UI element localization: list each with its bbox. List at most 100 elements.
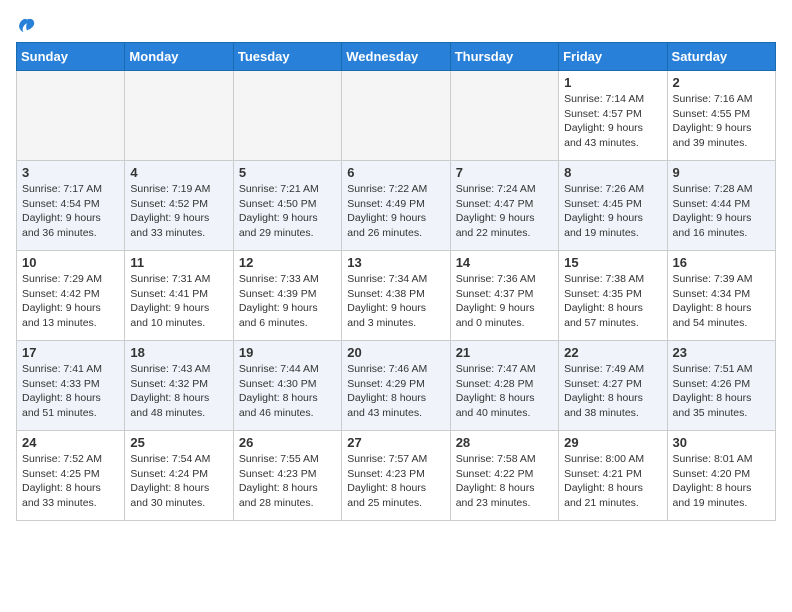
calendar-day-cell: 28 Sunrise: 7:58 AM Sunset: 4:22 PM Dayli… [450, 431, 558, 521]
day-number: 27 [347, 435, 444, 450]
calendar-day-cell: 8 Sunrise: 7:26 AM Sunset: 4:45 PM Daylig… [559, 161, 667, 251]
calendar-day-cell: 5 Sunrise: 7:21 AM Sunset: 4:50 PM Daylig… [233, 161, 341, 251]
day-number: 9 [673, 165, 770, 180]
calendar-day-cell: 18 Sunrise: 7:43 AM Sunset: 4:32 PM Dayli… [125, 341, 233, 431]
day-info: Sunrise: 7:52 AM Sunset: 4:25 PM Dayligh… [22, 452, 119, 511]
day-info: Sunrise: 7:19 AM Sunset: 4:52 PM Dayligh… [130, 182, 227, 241]
day-number: 15 [564, 255, 661, 270]
logo-bird-icon [18, 16, 36, 34]
day-info: Sunrise: 7:38 AM Sunset: 4:35 PM Dayligh… [564, 272, 661, 331]
day-number: 5 [239, 165, 336, 180]
logo [16, 16, 36, 34]
calendar-day-cell: 6Sunrise: 7:22 AM Sunset: 4:49 PM Daylig… [342, 161, 450, 251]
calendar-day-cell: 21 Sunrise: 7:47 AM Sunset: 4:28 PM Dayli… [450, 341, 558, 431]
calendar-day-cell: 3 Sunrise: 7:17 AM Sunset: 4:54 PM Daylig… [17, 161, 125, 251]
calendar-week-row: 24 Sunrise: 7:52 AM Sunset: 4:25 PM Dayli… [17, 431, 776, 521]
calendar-day-cell: 24 Sunrise: 7:52 AM Sunset: 4:25 PM Dayli… [17, 431, 125, 521]
col-header-friday: Friday [559, 43, 667, 71]
calendar-day-cell [450, 71, 558, 161]
day-number: 19 [239, 345, 336, 360]
day-info: Sunrise: 7:36 AM Sunset: 4:37 PM Dayligh… [456, 272, 553, 331]
day-number: 14 [456, 255, 553, 270]
calendar-day-cell [342, 71, 450, 161]
day-info: Sunrise: 8:01 AM Sunset: 4:20 PM Dayligh… [673, 452, 770, 511]
day-number: 26 [239, 435, 336, 450]
day-number: 22 [564, 345, 661, 360]
calendar-day-cell: 4 Sunrise: 7:19 AM Sunset: 4:52 PM Daylig… [125, 161, 233, 251]
day-info: Sunrise: 7:31 AM Sunset: 4:41 PM Dayligh… [130, 272, 227, 331]
day-number: 30 [673, 435, 770, 450]
calendar-day-cell: 2 Sunrise: 7:16 AM Sunset: 4:55 PM Daylig… [667, 71, 775, 161]
col-header-sunday: Sunday [17, 43, 125, 71]
calendar-day-cell [233, 71, 341, 161]
day-info: Sunrise: 7:51 AM Sunset: 4:26 PM Dayligh… [673, 362, 770, 421]
day-number: 2 [673, 75, 770, 90]
col-header-thursday: Thursday [450, 43, 558, 71]
page-container: SundayMondayTuesdayWednesdayThursdayFrid… [0, 0, 792, 531]
day-info: Sunrise: 7:28 AM Sunset: 4:44 PM Dayligh… [673, 182, 770, 241]
day-info: Sunrise: 7:21 AM Sunset: 4:50 PM Dayligh… [239, 182, 336, 241]
calendar-day-cell: 12Sunrise: 7:33 AM Sunset: 4:39 PM Dayli… [233, 251, 341, 341]
day-number: 8 [564, 165, 661, 180]
day-number: 1 [564, 75, 661, 90]
calendar-day-cell: 14 Sunrise: 7:36 AM Sunset: 4:37 PM Dayli… [450, 251, 558, 341]
day-number: 3 [22, 165, 119, 180]
day-number: 25 [130, 435, 227, 450]
calendar-day-cell: 16Sunrise: 7:39 AM Sunset: 4:34 PM Dayli… [667, 251, 775, 341]
calendar-day-cell: 9 Sunrise: 7:28 AM Sunset: 4:44 PM Daylig… [667, 161, 775, 251]
day-number: 18 [130, 345, 227, 360]
day-info: Sunrise: 7:57 AM Sunset: 4:23 PM Dayligh… [347, 452, 444, 511]
calendar-day-cell: 15 Sunrise: 7:38 AM Sunset: 4:35 PM Dayli… [559, 251, 667, 341]
calendar-header-row: SundayMondayTuesdayWednesdayThursdayFrid… [17, 43, 776, 71]
day-number: 24 [22, 435, 119, 450]
calendar-day-cell: 20 Sunrise: 7:46 AM Sunset: 4:29 PM Dayli… [342, 341, 450, 431]
col-header-saturday: Saturday [667, 43, 775, 71]
calendar-day-cell: 25 Sunrise: 7:54 AM Sunset: 4:24 PM Dayli… [125, 431, 233, 521]
calendar-day-cell: 11 Sunrise: 7:31 AM Sunset: 4:41 PM Dayli… [125, 251, 233, 341]
day-info: Sunrise: 7:58 AM Sunset: 4:22 PM Dayligh… [456, 452, 553, 511]
day-number: 28 [456, 435, 553, 450]
day-info: Sunrise: 7:34 AM Sunset: 4:38 PM Dayligh… [347, 272, 444, 331]
day-number: 10 [22, 255, 119, 270]
day-info: Sunrise: 7:33 AM Sunset: 4:39 PM Dayligh… [239, 272, 336, 331]
col-header-monday: Monday [125, 43, 233, 71]
day-info: Sunrise: 7:14 AM Sunset: 4:57 PM Dayligh… [564, 92, 661, 151]
calendar-day-cell: 17Sunrise: 7:41 AM Sunset: 4:33 PM Dayli… [17, 341, 125, 431]
day-info: Sunrise: 7:39 AM Sunset: 4:34 PM Dayligh… [673, 272, 770, 331]
calendar-week-row: 17Sunrise: 7:41 AM Sunset: 4:33 PM Dayli… [17, 341, 776, 431]
calendar-day-cell: 22 Sunrise: 7:49 AM Sunset: 4:27 PM Dayli… [559, 341, 667, 431]
day-number: 23 [673, 345, 770, 360]
day-info: Sunrise: 7:46 AM Sunset: 4:29 PM Dayligh… [347, 362, 444, 421]
day-number: 6 [347, 165, 444, 180]
day-info: Sunrise: 7:17 AM Sunset: 4:54 PM Dayligh… [22, 182, 119, 241]
calendar-week-row: 10 Sunrise: 7:29 AM Sunset: 4:42 PM Dayli… [17, 251, 776, 341]
day-info: Sunrise: 7:26 AM Sunset: 4:45 PM Dayligh… [564, 182, 661, 241]
day-number: 11 [130, 255, 227, 270]
day-number: 4 [130, 165, 227, 180]
day-number: 7 [456, 165, 553, 180]
calendar-day-cell: 27 Sunrise: 7:57 AM Sunset: 4:23 PM Dayli… [342, 431, 450, 521]
day-info: Sunrise: 7:29 AM Sunset: 4:42 PM Dayligh… [22, 272, 119, 331]
calendar-table: SundayMondayTuesdayWednesdayThursdayFrid… [16, 42, 776, 521]
day-number: 13 [347, 255, 444, 270]
calendar-day-cell: 19 Sunrise: 7:44 AM Sunset: 4:30 PM Dayli… [233, 341, 341, 431]
col-header-tuesday: Tuesday [233, 43, 341, 71]
day-info: Sunrise: 7:54 AM Sunset: 4:24 PM Dayligh… [130, 452, 227, 511]
day-info: Sunrise: 7:24 AM Sunset: 4:47 PM Dayligh… [456, 182, 553, 241]
calendar-day-cell: 1 Sunrise: 7:14 AM Sunset: 4:57 PM Daylig… [559, 71, 667, 161]
day-info: Sunrise: 7:49 AM Sunset: 4:27 PM Dayligh… [564, 362, 661, 421]
calendar-day-cell [125, 71, 233, 161]
day-number: 20 [347, 345, 444, 360]
day-info: Sunrise: 8:00 AM Sunset: 4:21 PM Dayligh… [564, 452, 661, 511]
day-info: Sunrise: 7:41 AM Sunset: 4:33 PM Dayligh… [22, 362, 119, 421]
day-number: 21 [456, 345, 553, 360]
calendar-day-cell: 30 Sunrise: 8:01 AM Sunset: 4:20 PM Dayli… [667, 431, 775, 521]
calendar-week-row: 1 Sunrise: 7:14 AM Sunset: 4:57 PM Daylig… [17, 71, 776, 161]
calendar-day-cell: 26Sunrise: 7:55 AM Sunset: 4:23 PM Dayli… [233, 431, 341, 521]
calendar-day-cell: 7 Sunrise: 7:24 AM Sunset: 4:47 PM Daylig… [450, 161, 558, 251]
page-header [16, 16, 776, 34]
day-info: Sunrise: 7:16 AM Sunset: 4:55 PM Dayligh… [673, 92, 770, 151]
day-info: Sunrise: 7:47 AM Sunset: 4:28 PM Dayligh… [456, 362, 553, 421]
day-info: Sunrise: 7:44 AM Sunset: 4:30 PM Dayligh… [239, 362, 336, 421]
day-info: Sunrise: 7:43 AM Sunset: 4:32 PM Dayligh… [130, 362, 227, 421]
